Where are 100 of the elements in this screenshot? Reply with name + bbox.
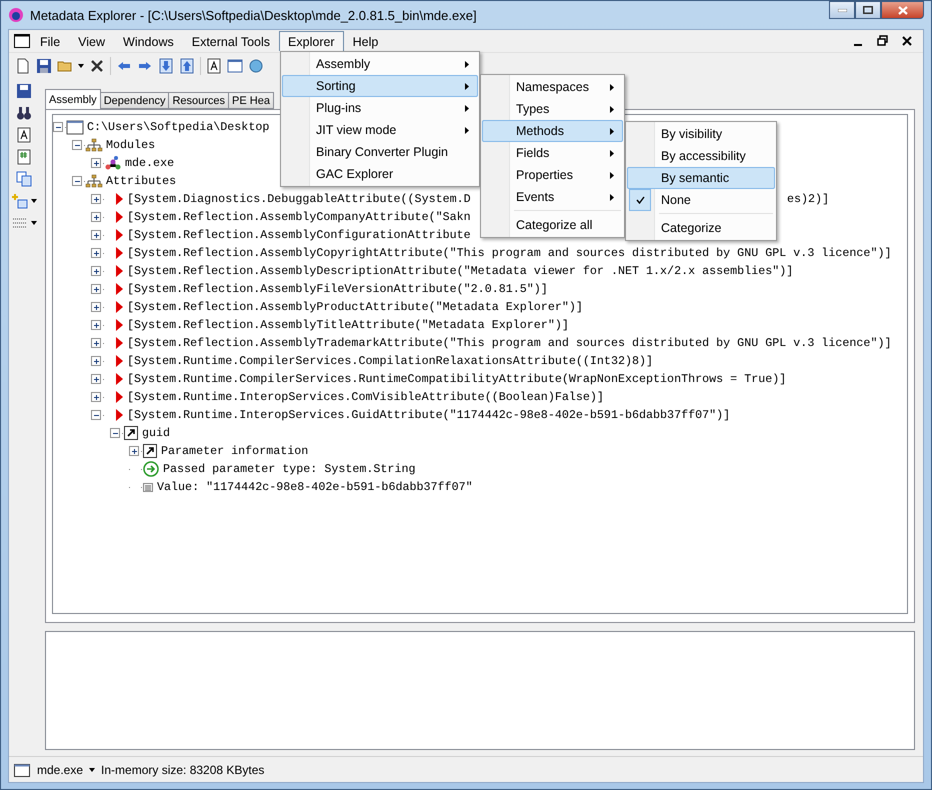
menu-item[interactable]: By semantic xyxy=(627,167,775,189)
expander-toggle[interactable] xyxy=(91,284,101,294)
window-icon[interactable] xyxy=(227,58,243,74)
menu-item[interactable]: Explorer xyxy=(279,31,344,51)
window-title: Metadata Explorer - [C:\Users\Softpedia\Desktop\mde_2.0.81.5_bin\mde.exe] xyxy=(30,8,478,22)
menu-item[interactable]: Windows xyxy=(114,31,183,51)
triangle-icon xyxy=(114,317,124,333)
tree-node-label[interactable]: [System.Diagnostics.DebuggableAttribute((System.D xyxy=(124,192,471,206)
tree-node-label[interactable]: [System.Reflection.AssemblyDescriptionAttribute("Metadata viewer for .NET 1.x/2.x assemblies")] xyxy=(124,264,794,278)
expander-toggle[interactable] xyxy=(91,212,101,222)
window-icon xyxy=(66,119,84,135)
tree-node-label[interactable]: Value: "1174442c-98e8-402e-b591-b6dabb37ff07" xyxy=(154,480,473,494)
menu-item[interactable]: External Tools xyxy=(182,31,280,51)
expander-toggle[interactable] xyxy=(91,266,101,276)
document-name[interactable]: mde.exe xyxy=(37,762,84,776)
expander-toggle[interactable] xyxy=(91,230,101,240)
tree-node-label[interactable]: [System.Runtime.InteropServices.ComVisibleAttribute((Boolean)False)] xyxy=(124,390,604,404)
tab[interactable]: Assembly xyxy=(45,89,101,109)
triangle-icon xyxy=(114,371,124,387)
new-document-icon[interactable] xyxy=(15,58,31,74)
font-document-icon[interactable] xyxy=(16,127,32,143)
expander-toggle[interactable] xyxy=(91,248,101,258)
expander-toggle[interactable] xyxy=(91,410,101,420)
menu-item[interactable]: None xyxy=(627,189,775,211)
font-document-icon[interactable] xyxy=(206,58,222,74)
tree-node-label[interactable]: mde.exe xyxy=(122,156,174,170)
add-table-icon[interactable] xyxy=(12,193,28,209)
maximize-button[interactable] xyxy=(855,1,881,19)
tree-node-label[interactable]: Passed parameter type: System.String xyxy=(160,462,416,476)
tree-node-label[interactable]: [System.Reflection.AssemblyConfigurationAttribute xyxy=(124,228,471,242)
menu-item[interactable]: Binary Converter Plugin xyxy=(282,141,478,163)
expander-toggle[interactable] xyxy=(91,374,101,384)
hash-document-icon[interactable] xyxy=(16,149,32,165)
minimize-button[interactable] xyxy=(829,1,855,19)
menu-item[interactable]: Assembly xyxy=(282,53,478,75)
menu-item[interactable]: Types xyxy=(482,98,623,120)
menu-item[interactable]: By accessibility xyxy=(627,145,775,167)
triangle-icon xyxy=(114,299,124,315)
minimize-icon xyxy=(838,8,846,12)
checkmark-icon xyxy=(629,189,651,211)
binoculars-icon[interactable] xyxy=(16,105,32,121)
expander-toggle[interactable] xyxy=(91,158,101,168)
expander-toggle[interactable] xyxy=(72,140,82,150)
menu-item[interactable]: Fields xyxy=(482,142,623,164)
menu-item[interactable]: Help xyxy=(344,31,388,51)
expander-toggle[interactable] xyxy=(91,356,101,366)
copy-icon[interactable] xyxy=(16,171,32,187)
menu-item[interactable]: Plug-ins xyxy=(282,97,478,119)
restore-icon[interactable] xyxy=(875,33,891,49)
expander-toggle[interactable] xyxy=(72,176,82,186)
app-logo-icon xyxy=(8,7,24,23)
expander-toggle[interactable] xyxy=(129,446,139,456)
tree-node-label[interactable]: [System.Reflection.AssemblyTitleAttribute("Metadata Explorer")] xyxy=(124,318,569,332)
expander-toggle[interactable] xyxy=(91,338,101,348)
menu-item[interactable]: File xyxy=(31,31,70,51)
save-icon[interactable] xyxy=(16,83,32,99)
menu-item[interactable]: Categorize all xyxy=(482,214,623,236)
tree-node-label[interactable]: [System.Runtime.CompilerServices.CompilationRelaxationsAttribute((Int32)8)] xyxy=(124,354,654,368)
expander-toggle[interactable] xyxy=(110,428,120,438)
tree-node-label: es)2)] xyxy=(787,192,830,206)
tab[interactable]: Resources xyxy=(168,92,230,109)
hierarchy-icon xyxy=(85,137,103,153)
menu-item[interactable]: View xyxy=(69,31,114,51)
globe-icon[interactable] xyxy=(248,58,264,74)
save-icon[interactable] xyxy=(36,58,52,74)
tree-node-label[interactable]: [System.Runtime.InteropServices.GuidAttribute("1174442c-98e8-402e-b591-b6dabb37ff07")] xyxy=(124,408,730,422)
expander-toggle[interactable] xyxy=(91,392,101,402)
tree-node-label[interactable]: [System.Reflection.AssemblyCompanyAttribute("Sakn xyxy=(124,210,471,224)
tree-node-label[interactable]: [System.Reflection.AssemblyProductAttribute("Metadata Explorer")] xyxy=(124,300,583,314)
menu-item[interactable]: Sorting xyxy=(282,75,478,97)
tree-node-label[interactable]: C:\Users\Softpedia\Desktop xyxy=(84,120,270,134)
menu-item[interactable]: By visibility xyxy=(627,123,775,145)
menu-item[interactable]: Methods xyxy=(482,120,623,142)
tree-node-label[interactable]: guid xyxy=(139,426,170,440)
menu-item[interactable]: Events xyxy=(482,186,623,208)
tree-node-label[interactable]: [System.Reflection.AssemblyFileVersionAttribute("2.0.81.5")] xyxy=(124,282,548,296)
tab[interactable]: PE Hea xyxy=(228,92,274,109)
menu-item[interactable]: Properties xyxy=(482,164,623,186)
menu-item[interactable]: GAC Explorer xyxy=(282,163,478,185)
arrow-circle-icon xyxy=(142,461,160,477)
menu-item[interactable]: Categorize xyxy=(627,217,775,239)
tree-node-label[interactable]: Attributes xyxy=(103,174,176,188)
triangle-icon xyxy=(114,245,124,261)
tree-node-label[interactable]: [System.Reflection.AssemblyTrademarkAttribute("This program and sources distributed by GNU GPL v.3 licence")] xyxy=(124,336,892,350)
close-button[interactable] xyxy=(881,1,924,19)
caret-icon xyxy=(78,64,84,68)
delete-icon[interactable] xyxy=(89,58,105,74)
expander-toggle[interactable] xyxy=(91,302,101,312)
tree-node-label[interactable]: Modules xyxy=(103,138,156,152)
tree-node-label[interactable]: Parameter information xyxy=(158,444,308,458)
triangle-icon xyxy=(114,191,124,207)
menu-item[interactable]: JIT view mode xyxy=(282,119,478,141)
menu-item[interactable]: Namespaces xyxy=(482,76,623,98)
tab[interactable]: Dependency xyxy=(100,92,170,109)
document-window-icon xyxy=(13,33,31,49)
tree-node-label[interactable]: [System.Reflection.AssemblyCopyrightAttribute("This program and sources distributed by GNU GPL v.3 licence")] xyxy=(124,246,892,260)
expander-toggle[interactable] xyxy=(53,122,63,132)
expander-toggle[interactable] xyxy=(91,320,101,330)
tree-node-label[interactable]: [System.Runtime.CompilerServices.RuntimeCompatibilityAttribute(WrapNonExceptionThrows = True)] xyxy=(124,372,786,386)
expander-toggle[interactable] xyxy=(91,194,101,204)
